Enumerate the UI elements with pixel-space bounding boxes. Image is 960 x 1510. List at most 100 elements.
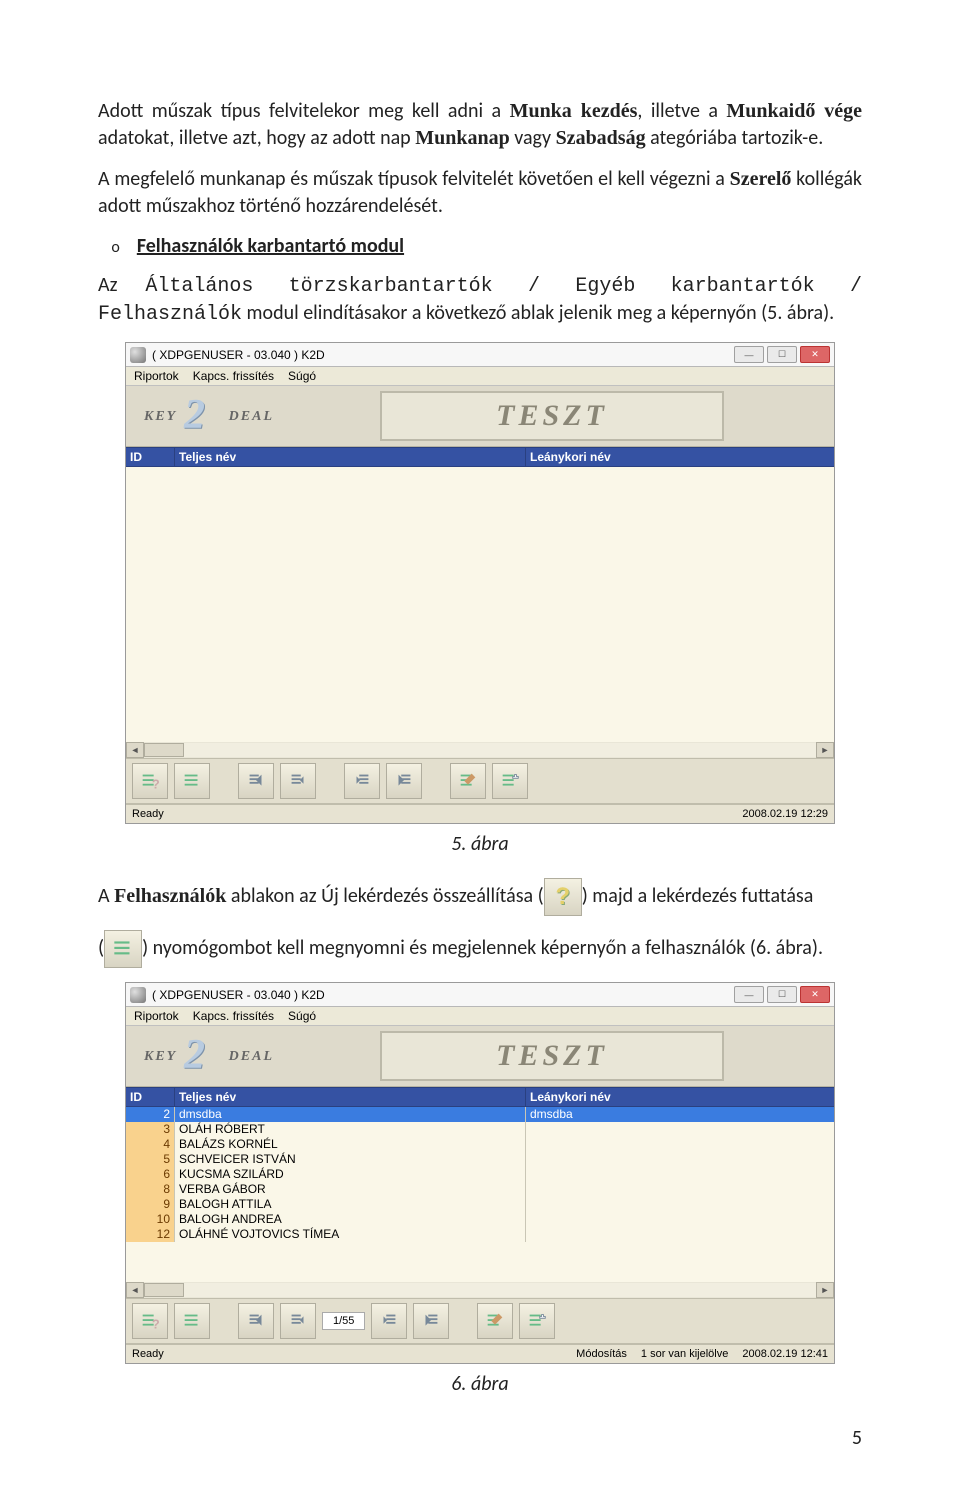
- col-id[interactable]: ID: [126, 1088, 175, 1106]
- grid-body[interactable]: [126, 467, 834, 742]
- env-label: TESZT: [380, 1031, 724, 1081]
- scroll-left-icon[interactable]: ◄: [126, 742, 144, 758]
- col-leanykori-nev[interactable]: Leánykori név: [526, 448, 834, 466]
- figure-caption-5: 5. ábra: [98, 832, 862, 856]
- text: ategóriába tartozik-e.: [646, 126, 824, 150]
- status-left: Ready: [132, 1348, 164, 1360]
- app-icon: [130, 987, 146, 1003]
- table-row[interactable]: 5SCHVEICER ISTVÁN: [126, 1152, 834, 1167]
- new-button[interactable]: [492, 763, 528, 799]
- status-bar: Ready Módosítás 1 sor van kijelölve 2008…: [126, 1344, 834, 1363]
- text: ablakon az Új lekérdezés összeállítása (: [226, 884, 543, 908]
- scroll-right-icon[interactable]: ►: [816, 1282, 834, 1298]
- first-record-button[interactable]: [238, 1303, 274, 1339]
- grid-header: ID Teljes név Leánykori név: [126, 1087, 834, 1107]
- horizontal-scrollbar[interactable]: ◄ ►: [126, 1282, 834, 1298]
- next-record-button[interactable]: [371, 1303, 407, 1339]
- key2deal-logo: 2: [144, 395, 274, 437]
- col-teljes-nev[interactable]: Teljes név: [175, 1088, 526, 1106]
- first-record-button[interactable]: [238, 763, 274, 799]
- term-szabadsag: Szabadság: [556, 127, 646, 149]
- minimize-button[interactable]: —: [734, 986, 764, 1003]
- maximize-button[interactable]: ☐: [767, 986, 797, 1003]
- cell-name: BALOGH ANDREA: [175, 1212, 526, 1227]
- col-leanykori-nev[interactable]: Leánykori név: [526, 1088, 834, 1106]
- cell-name: dmsdba: [175, 1107, 526, 1122]
- status-datetime: 2008.02.19 12:29: [742, 808, 828, 820]
- figure-caption-6: 6. ábra: [98, 1372, 862, 1396]
- paragraph-1: Adott műszak típus felvitelekor meg kell…: [98, 98, 862, 152]
- run-query-icon: [104, 930, 142, 968]
- cell-id: 9: [126, 1197, 175, 1212]
- table-row[interactable]: 10BALOGH ANDREA: [126, 1212, 834, 1227]
- cell-name: SCHVEICER ISTVÁN: [175, 1152, 526, 1167]
- text: ) majd a lekérdezés futtatása: [582, 884, 814, 908]
- minimize-button[interactable]: —: [734, 346, 764, 363]
- scroll-thumb[interactable]: [144, 1283, 184, 1297]
- run-query-button[interactable]: [174, 1303, 210, 1339]
- bullet-label: Felhasználók karbantartó modul: [137, 234, 404, 258]
- cell-maiden: [526, 1227, 834, 1242]
- cell-id: 4: [126, 1137, 175, 1152]
- menu-item[interactable]: Riportok: [134, 369, 179, 383]
- text: adatokat, illetve azt, hogy az adott nap: [98, 126, 415, 150]
- col-id[interactable]: ID: [126, 448, 175, 466]
- scroll-right-icon[interactable]: ►: [816, 742, 834, 758]
- next-record-button[interactable]: [344, 763, 380, 799]
- page-number: 5: [98, 1426, 862, 1450]
- svg-text:?: ?: [152, 1316, 160, 1331]
- toolbar: ?: [126, 758, 834, 804]
- paragraph-3: Az Általános törzskarbantartók / Egyéb k…: [98, 272, 862, 328]
- last-record-button[interactable]: [413, 1303, 449, 1339]
- maximize-button[interactable]: ☐: [767, 346, 797, 363]
- menu-item[interactable]: Riportok: [134, 1009, 179, 1023]
- cell-id: 3: [126, 1122, 175, 1137]
- table-row[interactable]: 2dmsdbadmsdba: [126, 1107, 834, 1122]
- table-row[interactable]: 9BALOGH ATTILA: [126, 1197, 834, 1212]
- cell-maiden: [526, 1137, 834, 1152]
- cell-name: BALÁZS KORNÉL: [175, 1137, 526, 1152]
- status-mode: Módosítás: [576, 1348, 627, 1360]
- menu-item[interactable]: Súgó: [288, 369, 316, 383]
- paragraph-5: () nyomógombot kell megnyomni és megjele…: [98, 930, 862, 968]
- scroll-left-icon[interactable]: ◄: [126, 1282, 144, 1298]
- table-row[interactable]: 12OLÁHNÉ VOJTOVICS TÍMEA: [126, 1227, 834, 1242]
- paragraph-4: A Felhasználók ablakon az Új lekérdezés …: [98, 878, 862, 916]
- col-teljes-nev[interactable]: Teljes név: [175, 448, 526, 466]
- grid-header: ID Teljes név Leánykori név: [126, 447, 834, 467]
- new-query-button[interactable]: ?: [132, 1303, 168, 1339]
- table-row[interactable]: 4BALÁZS KORNÉL: [126, 1137, 834, 1152]
- window-titlebar[interactable]: ( XDPGENUSER - 03.040 ) K2D — ☐ ✕: [126, 983, 834, 1007]
- text: ) nyomógombot kell megnyomni és megjelen…: [142, 936, 823, 960]
- toolbar: ? 1/55: [126, 1298, 834, 1344]
- table-row[interactable]: 6KUCSMA SZILÁRD: [126, 1167, 834, 1182]
- menu-item[interactable]: Kapcs. frissítés: [193, 1009, 274, 1023]
- window-title: ( XDPGENUSER - 03.040 ) K2D: [152, 988, 325, 1002]
- run-query-button[interactable]: [174, 763, 210, 799]
- edit-button[interactable]: [450, 763, 486, 799]
- horizontal-scrollbar[interactable]: ◄ ►: [126, 742, 834, 758]
- new-query-button[interactable]: ?: [132, 763, 168, 799]
- window-titlebar[interactable]: ( XDPGENUSER - 03.040 ) K2D — ☐ ✕: [126, 343, 834, 367]
- prev-record-button[interactable]: [280, 763, 316, 799]
- table-row[interactable]: 8VERBA GÁBOR: [126, 1182, 834, 1197]
- bullet-mark: o: [98, 238, 133, 257]
- last-record-button[interactable]: [386, 763, 422, 799]
- edit-button[interactable]: [477, 1303, 513, 1339]
- prev-record-button[interactable]: [280, 1303, 316, 1339]
- new-button[interactable]: [519, 1303, 555, 1339]
- text: Az: [98, 273, 145, 297]
- menu-item[interactable]: Kapcs. frissítés: [193, 369, 274, 383]
- close-button[interactable]: ✕: [800, 346, 830, 363]
- grid-body[interactable]: 2dmsdbadmsdba3OLÁH RÓBERT4BALÁZS KORNÉL5…: [126, 1107, 834, 1282]
- close-button[interactable]: ✕: [800, 986, 830, 1003]
- window-title: ( XDPGENUSER - 03.040 ) K2D: [152, 348, 325, 362]
- new-query-icon: [544, 878, 582, 916]
- menu-item[interactable]: Súgó: [288, 1009, 316, 1023]
- cell-id: 6: [126, 1167, 175, 1182]
- scroll-thumb[interactable]: [144, 743, 184, 757]
- screenshot-5: ( XDPGENUSER - 03.040 ) K2D — ☐ ✕ Riport…: [125, 342, 835, 824]
- cell-name: OLÁH RÓBERT: [175, 1122, 526, 1137]
- cell-id: 5: [126, 1152, 175, 1167]
- table-row[interactable]: 3OLÁH RÓBERT: [126, 1122, 834, 1137]
